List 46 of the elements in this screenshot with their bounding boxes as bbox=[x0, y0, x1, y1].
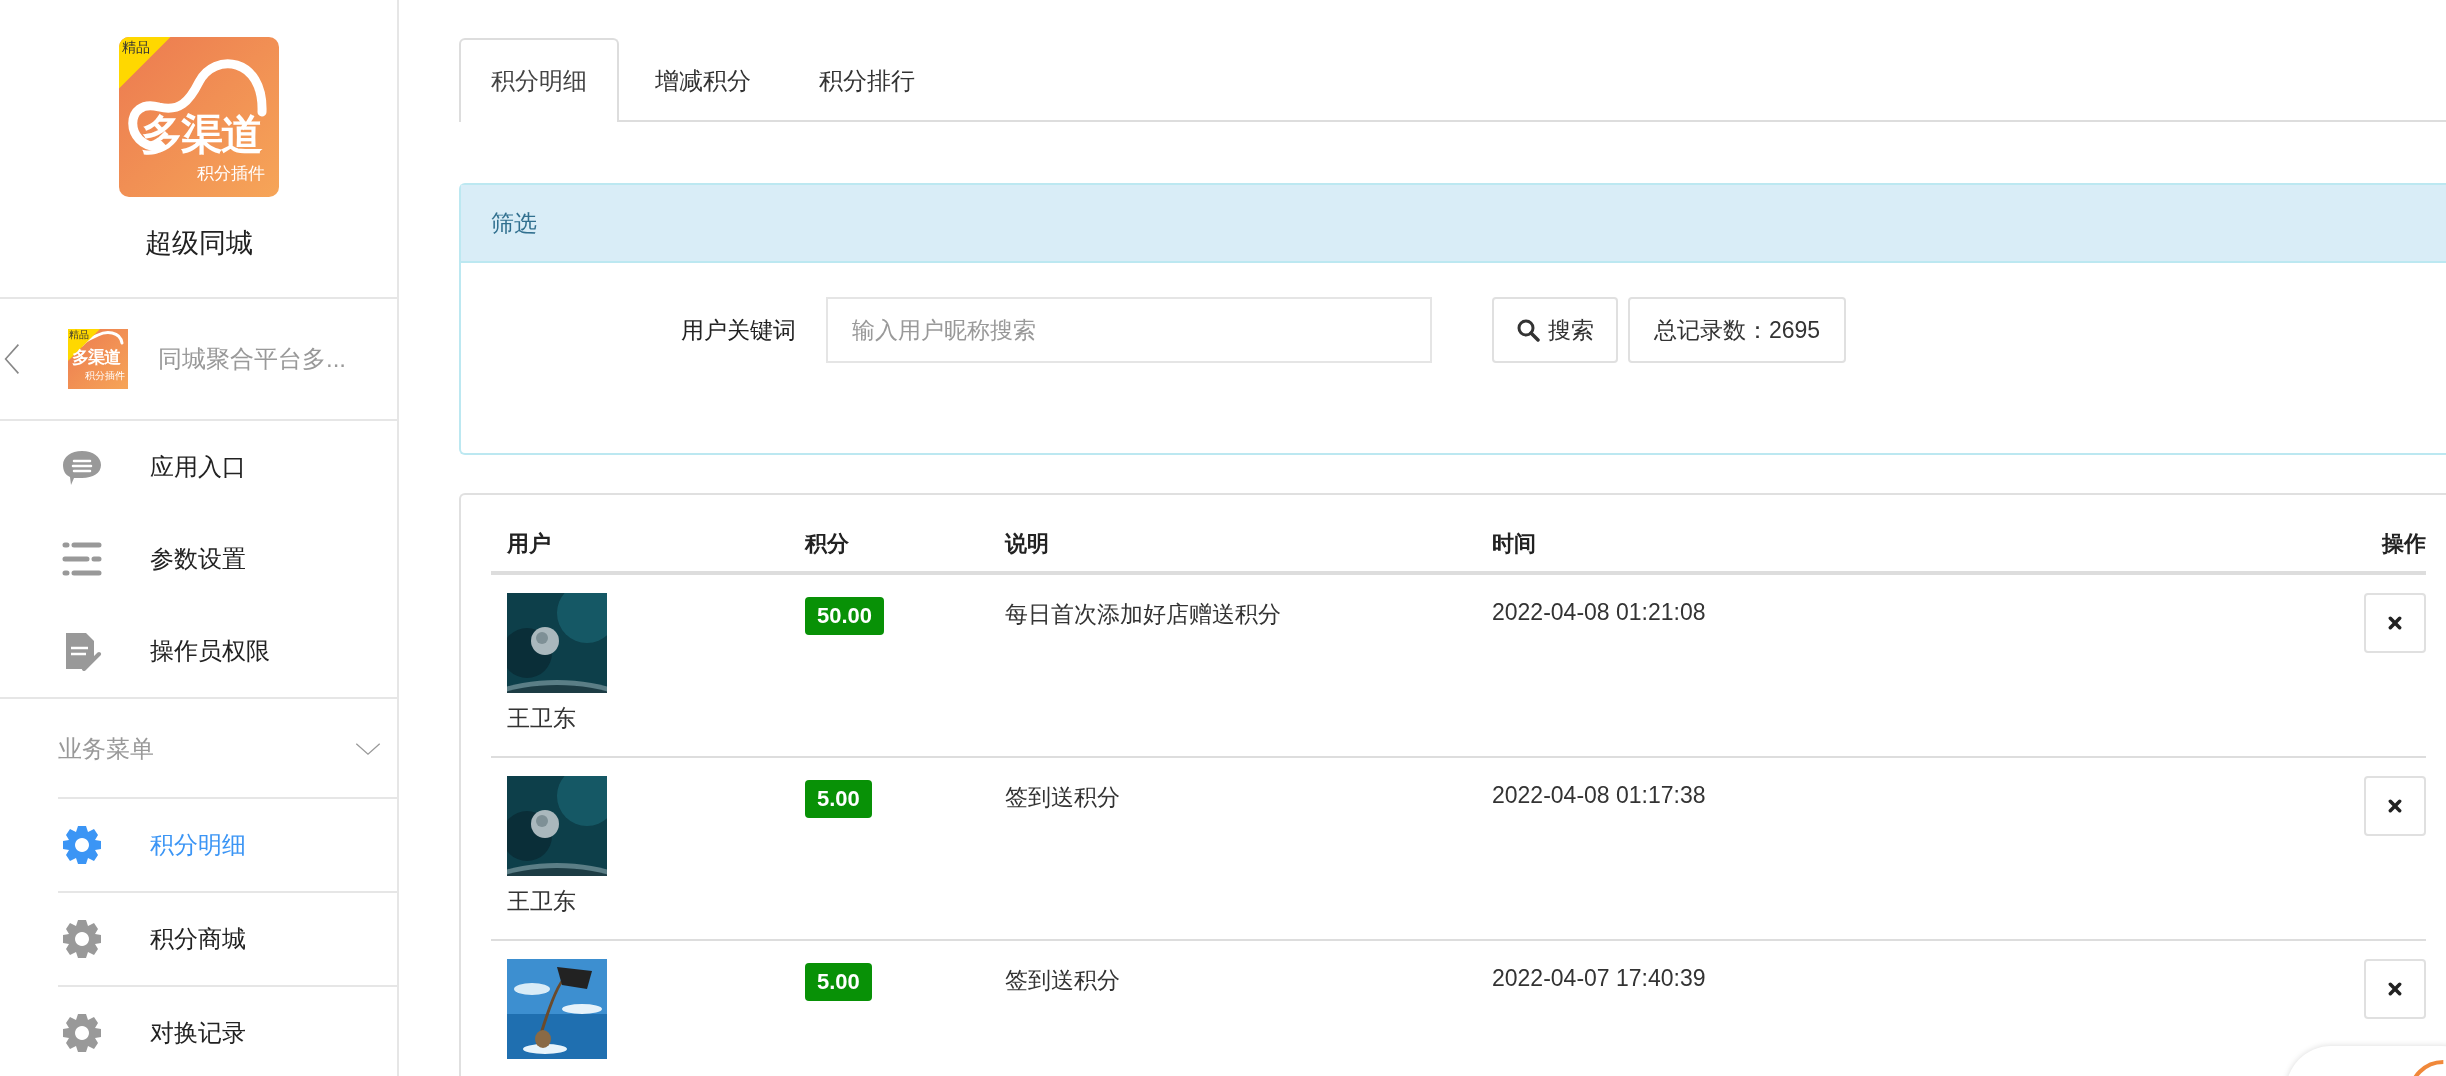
points-badge: 5.00 bbox=[805, 780, 872, 818]
table-cell: 2022-04-08 01:17:38 bbox=[1492, 782, 1706, 809]
tab[interactable]: 积分明细 bbox=[459, 38, 619, 122]
sidebar-item[interactable]: 操作员权限 bbox=[0, 605, 397, 697]
close-icon bbox=[2388, 799, 2402, 813]
record-count: 总记录数：2695 bbox=[1628, 297, 1847, 363]
sidebar-item[interactable]: 对换记录 bbox=[58, 985, 397, 1076]
logo-subtitle: 积分插件 bbox=[85, 371, 125, 381]
sidebar-item[interactable]: 积分商城 bbox=[58, 891, 397, 985]
column-header: 用户 bbox=[506, 530, 552, 558]
search-button[interactable]: 搜索 bbox=[1492, 297, 1618, 363]
user-name: 王卫东 bbox=[507, 704, 576, 733]
delete-button[interactable] bbox=[2364, 593, 2426, 653]
points-badge: 50.00 bbox=[805, 597, 885, 635]
panel-title: 筛选 bbox=[491, 208, 537, 238]
points-badge: 5.00 bbox=[805, 963, 872, 1001]
logo-name: 多渠道 bbox=[72, 349, 120, 366]
chevron-icon bbox=[355, 742, 381, 756]
table-cell: 2022-04-07 17:40:39 bbox=[1492, 965, 1706, 992]
gear-icon bbox=[62, 825, 102, 865]
sidebar-item[interactable]: 参数设置 bbox=[0, 513, 397, 605]
tab[interactable]: 增减积分 bbox=[623, 38, 783, 122]
column-header: 说明 bbox=[1005, 530, 1050, 558]
back-chevron-icon[interactable] bbox=[2, 343, 22, 375]
delete-button[interactable] bbox=[2364, 959, 2426, 1019]
table-cell-text: 每日首次添加好店赠送积分 bbox=[1005, 600, 1281, 629]
search-field[interactable]: 输入用户昵称搜索 bbox=[826, 297, 1432, 363]
table-cell-text: 签到送积分 bbox=[1005, 783, 1120, 812]
column-header: 时间 bbox=[1492, 530, 1537, 558]
corner-label: 精品 bbox=[118, 37, 171, 89]
column-header: 操作 bbox=[2380, 530, 2426, 558]
column-header: 积分 bbox=[805, 530, 850, 558]
sidebar-item[interactable]: 应用入口 bbox=[0, 421, 397, 513]
close-icon bbox=[2388, 616, 2402, 630]
table-cell-text: 签到送积分 bbox=[1005, 966, 1120, 995]
table-cell: 2022-04-08 01:21:08 bbox=[1492, 599, 1706, 626]
search-icon bbox=[1516, 318, 1540, 342]
close-icon bbox=[2388, 982, 2402, 996]
logo-subtitle: 积分插件 bbox=[196, 163, 265, 185]
app-name: 超级同城 bbox=[144, 227, 253, 260]
gear-icon bbox=[62, 1013, 102, 1053]
tab[interactable]: 积分排行 bbox=[787, 38, 947, 122]
delete-button[interactable] bbox=[2364, 776, 2426, 836]
gear-icon bbox=[62, 919, 102, 959]
user-name: 王卫东 bbox=[507, 887, 576, 916]
field-label: 用户关键词 bbox=[680, 315, 796, 345]
